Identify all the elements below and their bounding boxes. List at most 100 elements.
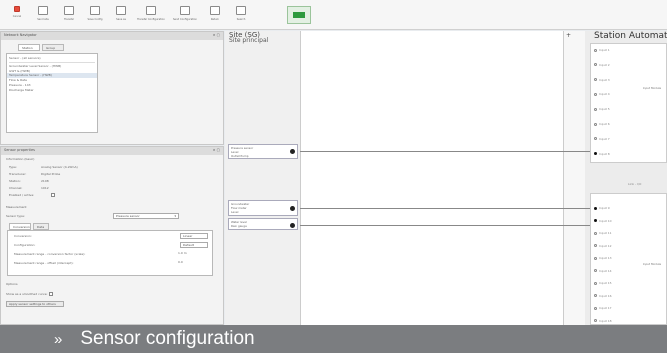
station-input-label: Input 13 <box>599 256 612 260</box>
send-icon <box>38 6 48 15</box>
station-input[interactable]: Input 18 <box>594 319 612 323</box>
station-input[interactable]: Input 1 <box>594 48 610 52</box>
station-input[interactable]: Input 14 <box>594 269 612 273</box>
enabled-checkbox[interactable] <box>51 192 55 197</box>
toolbar-button-save[interactable]: Save Config <box>82 6 108 30</box>
conversion-select[interactable]: Linear <box>180 233 208 239</box>
station-input-label: Input 14 <box>599 268 612 273</box>
connection-line <box>300 208 590 209</box>
station-input[interactable]: Input 9 <box>594 206 610 210</box>
station-input[interactable]: Input 4 <box>594 92 610 96</box>
tab-data[interactable]: Data <box>33 223 49 230</box>
station-input[interactable]: Input 10 <box>594 219 612 223</box>
list-filter[interactable]: Sensor - (all sensors) <box>7 56 97 61</box>
port-icon[interactable] <box>594 319 597 322</box>
sensor-list[interactable]: Sensor - (all sensors) Groundwater Level… <box>6 53 98 133</box>
sensor-type-value: Pressure sensor <box>116 214 140 218</box>
station-input-label: Input 16 <box>599 293 612 298</box>
port-icon[interactable] <box>594 122 597 126</box>
toolbar-button-label: Send site <box>37 18 49 21</box>
toolbar-button-label: Transfer Configuration <box>137 18 165 21</box>
port-icon[interactable] <box>594 152 597 156</box>
station-input[interactable]: Input 13 <box>594 256 612 260</box>
tab-conversion[interactable]: Conversion <box>9 223 31 230</box>
property-label: Type: <box>9 165 17 169</box>
apply-settings-button[interactable]: Apply sensor settings to others <box>6 301 64 307</box>
station-input[interactable]: Input 3 <box>594 78 610 82</box>
tab-station[interactable]: Station <box>18 44 40 51</box>
site-subtitle: Site principal <box>229 37 269 44</box>
section-measure-heading: Measurement <box>6 205 27 209</box>
port-icon[interactable] <box>594 107 597 111</box>
toolbar-button-send-config[interactable]: Send Configuration <box>168 6 202 30</box>
node-port-icon[interactable] <box>290 206 295 211</box>
node-line: Outlet Pump <box>231 154 249 158</box>
port-icon[interactable] <box>594 92 597 96</box>
conversion-label: Conversion: <box>14 234 32 238</box>
port-icon[interactable] <box>594 48 597 52</box>
station-input-label: Input 8 <box>599 151 610 156</box>
station-input[interactable]: Input 2 <box>594 63 610 67</box>
property-label: Channel: <box>9 186 23 190</box>
port-icon[interactable] <box>594 137 597 141</box>
port-icon[interactable] <box>594 63 597 67</box>
station-input[interactable]: Input 17 <box>594 306 612 310</box>
port-icon[interactable] <box>594 281 597 285</box>
station-input-label: Input 4 <box>599 92 610 97</box>
properties-panel-title: Sensor properties <box>4 148 35 152</box>
station-input[interactable]: Input 15 <box>594 281 612 285</box>
toolbar-button-upload[interactable]: Transfer Configuration <box>134 6 168 30</box>
node-port-icon[interactable] <box>290 223 295 228</box>
conversion-value: 1.0 m <box>178 251 187 255</box>
port-icon[interactable] <box>594 269 597 272</box>
canvas-gutter <box>563 31 585 325</box>
toolbar-button-label: Cancel <box>12 15 22 18</box>
station-input[interactable]: Input 5 <box>594 107 610 111</box>
toolbar-button-label: Transfer <box>63 18 75 21</box>
port-icon[interactable] <box>594 206 597 210</box>
save-as-icon <box>116 6 126 15</box>
station-input[interactable]: Input 12 <box>594 244 612 248</box>
return-icon <box>210 6 220 15</box>
smooth-option-checkbox[interactable] <box>48 292 53 296</box>
node-water-level[interactable]: Water level Rain gauge <box>228 218 298 230</box>
online-monitor-toggle[interactable] <box>287 6 311 24</box>
port-icon[interactable] <box>594 219 597 222</box>
toolbar-button-search[interactable]: Search <box>228 6 254 30</box>
port-icon[interactable] <box>594 78 597 82</box>
station-input[interactable]: Input 11 <box>594 231 612 235</box>
conversion-label: Measurement range - conversion factor (s… <box>14 252 86 256</box>
station-input[interactable]: Input 8 <box>594 152 610 156</box>
station-input[interactable]: Input 16 <box>594 294 612 298</box>
port-icon[interactable] <box>594 294 597 297</box>
port-icon[interactable] <box>594 244 597 247</box>
add-icon[interactable]: + <box>566 32 571 39</box>
caption-text: Sensor configuration <box>80 328 255 349</box>
toolbar-button-save-as[interactable]: Save as <box>108 6 134 30</box>
toolbar-button-transfer[interactable]: Transfer <box>56 6 82 30</box>
station-input[interactable]: Input 6 <box>594 122 610 126</box>
sensor-type-select[interactable]: Pressure sensor ▾ <box>113 213 179 219</box>
toolbar-button-return[interactable]: Return <box>202 6 228 30</box>
station-input-label: Input 6 <box>599 122 610 126</box>
sensor-type-label: Sensor type: <box>6 214 25 218</box>
toolbar-button-close[interactable]: Cancel <box>4 6 30 30</box>
property-value: 2108 <box>41 179 49 183</box>
port-icon[interactable] <box>594 231 597 235</box>
list-item[interactable]: Discharge Meter <box>7 88 97 93</box>
port-icon[interactable] <box>594 306 597 310</box>
toolbar-button-send[interactable]: Send site <box>30 6 56 30</box>
station-input-label: Input 2 <box>599 62 610 67</box>
panel-close-icon[interactable]: × ▢ <box>213 33 220 39</box>
toolbar-button-label: Search <box>236 18 246 21</box>
diagram-canvas[interactable] <box>300 31 563 325</box>
node-pressure[interactable]: Pressure sensor Level Outlet Pump <box>228 144 298 159</box>
station-input[interactable]: Input 7 <box>594 137 610 141</box>
conversion-select[interactable]: Default <box>180 242 208 248</box>
node-groundwater[interactable]: Groundwater Flow meter Level <box>228 200 298 216</box>
node-port-icon[interactable] <box>290 149 295 154</box>
port-icon[interactable] <box>594 256 597 260</box>
panel-close-icon[interactable]: × ▢ <box>213 148 220 154</box>
station-input-label: Input 10 <box>599 218 612 223</box>
tab-group[interactable]: Group <box>42 44 64 51</box>
